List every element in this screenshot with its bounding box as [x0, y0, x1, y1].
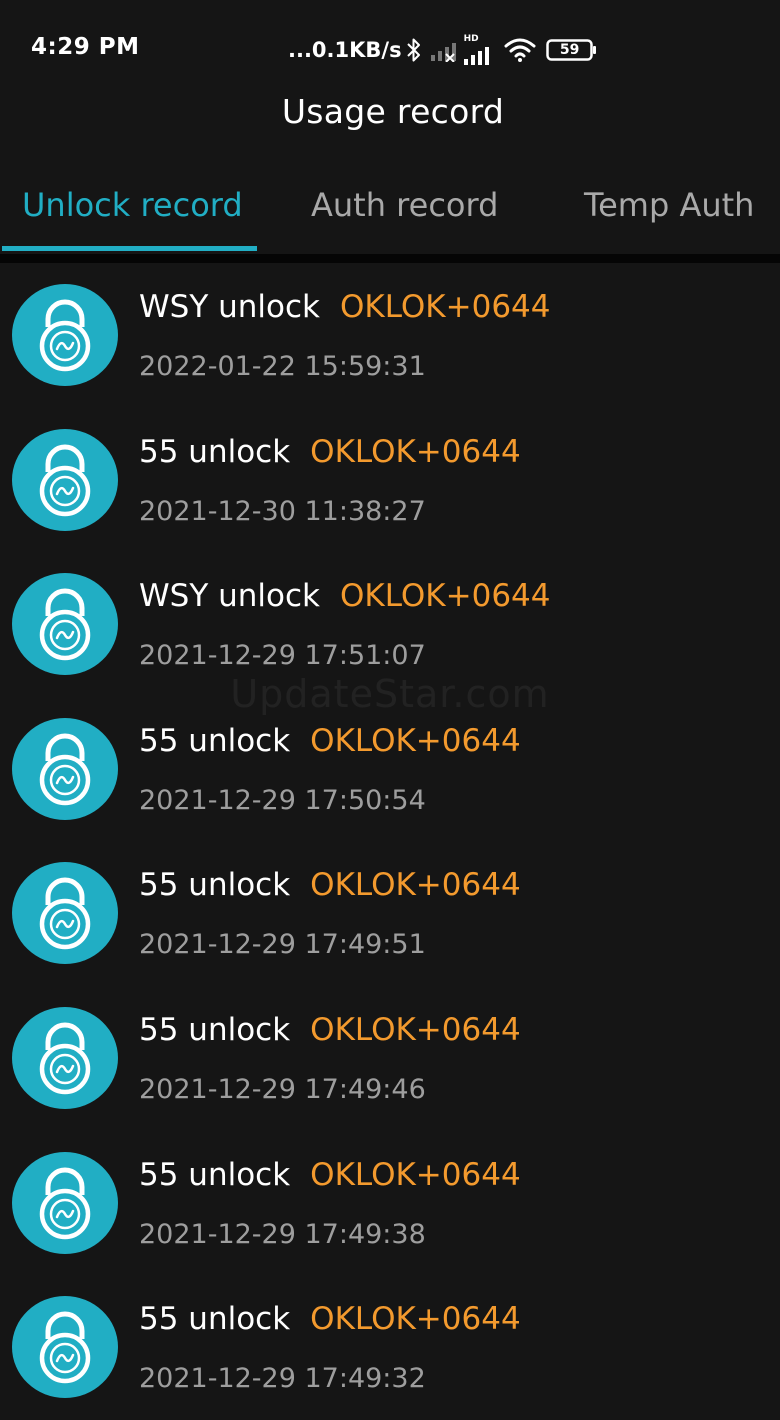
record-row[interactable]: 55 unlock OKLOK+0644 2021-12-29 17:49:51 — [0, 841, 780, 986]
record-row[interactable]: WSY unlock OKLOK+0644 2021-12-29 17:51:07 — [0, 552, 780, 697]
record-timestamp: 2021-12-29 17:49:51 — [139, 929, 426, 961]
record-row[interactable]: 55 unlock OKLOK+0644 2021-12-30 11:38:27 — [0, 408, 780, 553]
tab-auth-record[interactable]: Auth record — [311, 186, 498, 224]
record-timestamp: 2021-12-29 17:49:32 — [139, 1363, 426, 1395]
padlock-icon — [11, 1006, 119, 1110]
record-lock-name: OKLOK+0644 — [310, 1156, 521, 1193]
record-lock-name: OKLOK+0644 — [310, 433, 521, 470]
record-user: WSY unlock — [139, 289, 320, 325]
active-tab-indicator — [2, 246, 257, 251]
cell-signal-weak-icon — [430, 38, 460, 62]
record-user: 55 unlock — [139, 722, 291, 759]
tab-unlock-record[interactable]: Unlock record — [22, 186, 243, 224]
record-user: WSY unlock — [139, 578, 320, 615]
wifi-icon — [504, 37, 536, 63]
battery-level: 59 — [559, 42, 580, 58]
record-row[interactable]: 55 unlock OKLOK+0644 2021-12-29 17:50:54 — [0, 697, 780, 842]
record-lock-name: OKLOK+0644 — [340, 578, 551, 615]
cell-signal-icon: HD — [462, 34, 496, 66]
record-user: 55 unlock — [139, 1301, 291, 1338]
page-title: Usage record — [281, 92, 505, 131]
bluetooth-icon — [406, 37, 422, 63]
record-user: 55 unlock — [139, 867, 291, 904]
padlock-icon — [11, 572, 119, 676]
padlock-icon — [11, 1295, 119, 1399]
padlock-icon — [11, 283, 119, 387]
record-row[interactable]: 55 unlock OKLOK+0644 2021-12-29 17:49:46 — [0, 986, 780, 1131]
record-timestamp: 2021-12-29 17:51:07 — [139, 640, 426, 672]
record-row[interactable]: 55 unlock OKLOK+0644 2021-12-29 17:49:32 — [0, 1275, 780, 1420]
record-list[interactable]: WSY unlock OKLOK+0644 2022-01-22 15:59:31… — [0, 263, 780, 1420]
tab-temp-auth[interactable]: Temp Auth — [584, 186, 754, 224]
record-timestamp: 2022-01-22 15:59:31 — [139, 351, 426, 382]
record-lock-name: OKLOK+0644 — [310, 1011, 521, 1048]
tab-divider — [0, 254, 780, 263]
status-time: 4:29 PM — [31, 34, 140, 60]
status-bar: 4:29 PM ...0.1KB/s HD 59 — [0, 0, 780, 100]
record-lock-name: OKLOK+0644 — [340, 289, 551, 325]
battery-icon: 59 — [545, 39, 598, 61]
record-lock-name: OKLOK+0644 — [310, 722, 521, 759]
record-timestamp: 2021-12-29 17:50:54 — [139, 784, 426, 816]
padlock-icon — [11, 861, 119, 965]
status-indicators: ...0.1KB/s HD 59 — [288, 32, 598, 68]
record-user: 55 unlock — [139, 1156, 291, 1193]
record-row[interactable]: 55 unlock OKLOK+0644 2021-12-29 17:49:38 — [0, 1131, 780, 1276]
record-timestamp: 2021-12-29 17:49:46 — [139, 1073, 426, 1105]
record-row[interactable]: WSY unlock OKLOK+0644 2022-01-22 15:59:31 — [0, 263, 780, 408]
record-user: 55 unlock — [139, 433, 291, 470]
padlock-icon — [11, 428, 119, 532]
record-timestamp: 2021-12-29 17:49:38 — [139, 1218, 426, 1250]
padlock-icon — [11, 717, 119, 821]
record-timestamp: 2021-12-30 11:38:27 — [139, 495, 426, 527]
padlock-icon — [11, 1151, 119, 1255]
record-user: 55 unlock — [139, 1011, 291, 1048]
record-lock-name: OKLOK+0644 — [310, 867, 521, 904]
network-speed: ...0.1KB/s — [288, 38, 402, 62]
record-lock-name: OKLOK+0644 — [310, 1301, 521, 1338]
